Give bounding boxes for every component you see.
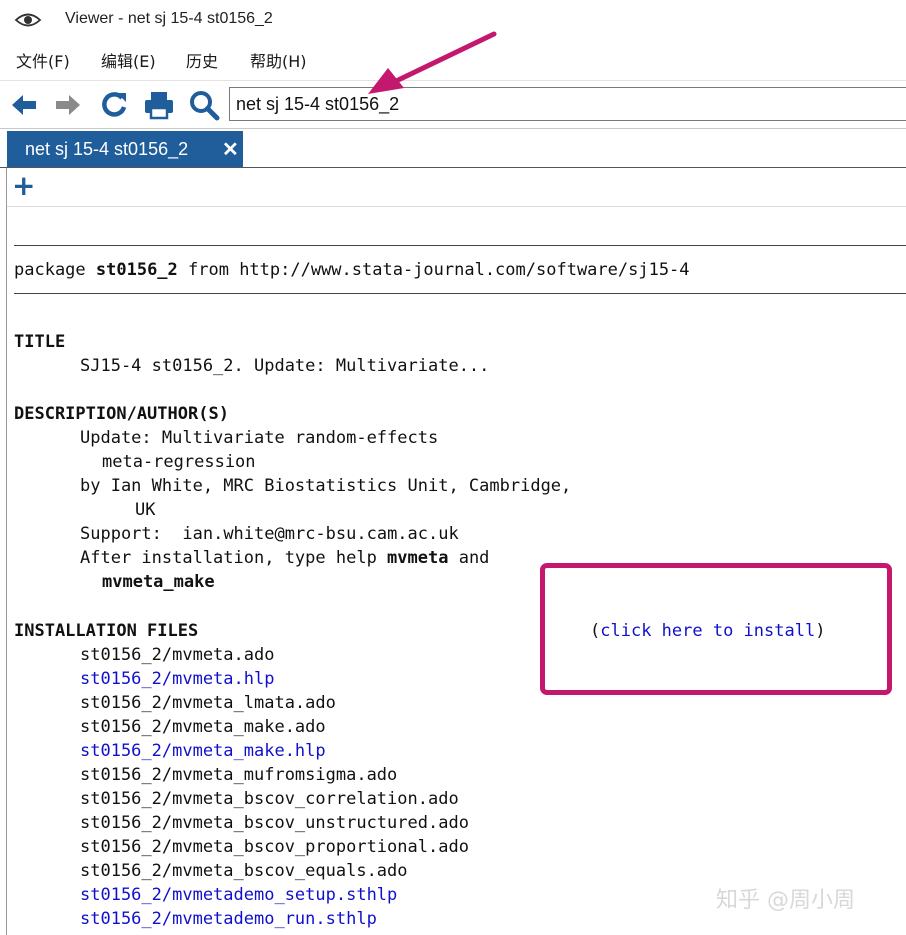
tab-close-icon[interactable]: ✕ [222,137,239,162]
package-name: st0156_2 [95,260,178,280]
installation-heading: INSTALLATION FILES [14,621,199,641]
title-text: SJ15-4 st0156_2. Update: Multivariate... [80,356,490,376]
file-item: st0156_2/mvmeta_lmata.ado [80,693,336,713]
file-item: st0156_2/mvmeta_bscov_proportional.ado [80,837,469,857]
file-item: st0156_2/mvmeta.ado [80,645,275,665]
file-link[interactable]: st0156_2/mvmetademo_run.sthlp [80,907,377,931]
menu-help[interactable]: 帮助(H) [250,48,307,72]
command-input[interactable] [236,92,876,116]
help-command: mvmeta [387,548,449,568]
window-title: Viewer - net sj 15-4 st0156_2 [65,10,273,27]
new-tab-plus-icon[interactable]: + [12,172,35,200]
package-prefix: package [14,260,96,280]
menu-edit[interactable]: 编辑(E) [101,48,156,72]
menu-file[interactable]: 文件(F) [16,48,70,72]
eye-icon [14,13,42,27]
file-item: st0156_2/mvmeta_bscov_unstructured.ado [80,813,469,833]
file-link[interactable]: st0156_2/mvmetademo_setup.sthlp [80,883,397,907]
file-link[interactable]: st0156_2/mvmeta.hlp [80,667,274,691]
description-line: meta-regression [102,452,256,472]
package-source: from http://www.stata-journal.com/softwa… [177,260,690,280]
watermark: 知乎 @周小周 [716,888,855,913]
author-line: by Ian White, MRC Biostatistics Unit, Ca… [80,476,572,496]
help-command: mvmeta_make [102,572,215,592]
divider [14,293,906,294]
file-item: st0156_2/mvmeta_make.ado [80,717,326,737]
divider [14,245,906,246]
menu-history[interactable]: 历史 [186,48,218,72]
command-input-box[interactable] [229,87,906,121]
after-install-line: After installation, type help mvmeta and [80,546,489,570]
file-item: st0156_2/mvmeta_mufromsigma.ado [80,765,398,785]
annotation-arrow [368,31,497,94]
tab-viewer[interactable]: net sj 15-4 st0156_2 ✕ [7,131,243,167]
title-heading: TITLE [14,332,66,352]
after-install-and: and [448,548,490,568]
support-label: Support: [80,524,162,544]
description-heading: DESCRIPTION/AUTHOR(S) [14,404,229,424]
file-item: st0156_2/mvmeta_bscov_equals.ado [80,861,408,881]
after-install-text: After installation, type help [80,548,388,568]
tab-strip: net sj 15-4 st0156_2 ✕ [0,128,906,168]
support-line: Support: ian.white@mrc-bsu.cam.ac.uk [80,522,459,546]
annotation-highlight-box [540,563,892,695]
divider [7,206,906,207]
file-item: st0156_2/mvmeta_bscov_correlation.ado [80,789,459,809]
tab-label: net sj 15-4 st0156_2 [25,139,189,159]
print-icon[interactable] [143,89,175,121]
back-arrow-icon[interactable] [8,89,40,121]
description-line: Update: Multivariate random-effects [80,428,439,448]
author-line: UK [135,500,156,520]
search-icon[interactable] [188,89,220,121]
refresh-icon[interactable] [98,89,130,121]
file-link[interactable]: st0156_2/mvmeta_make.hlp [80,739,326,763]
support-email: ian.white@mrc-bsu.cam.ac.uk [182,524,459,544]
forward-arrow-icon[interactable] [52,89,84,121]
package-line: package st0156_2 from http://www.stata-j… [14,258,690,282]
